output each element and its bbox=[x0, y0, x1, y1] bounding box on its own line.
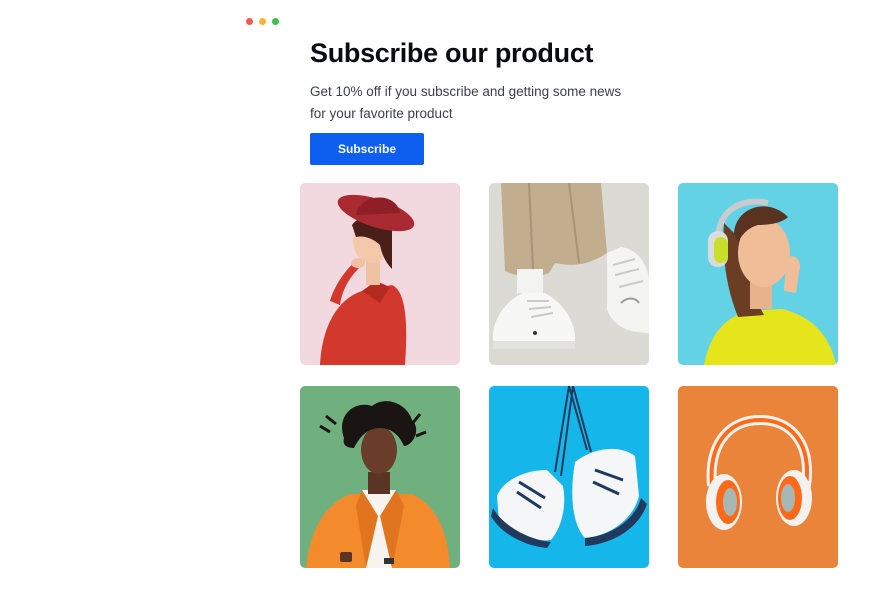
maximize-dot-icon[interactable] bbox=[272, 18, 279, 25]
product-image-woman-red-hat[interactable] bbox=[300, 183, 460, 365]
hero-section: Subscribe our product Get 10% off if you… bbox=[310, 36, 670, 165]
product-image-white-sneakers[interactable] bbox=[489, 183, 649, 365]
product-image-woman-headphones[interactable] bbox=[678, 183, 838, 365]
window-controls bbox=[246, 18, 279, 25]
product-image-orange-headphones[interactable] bbox=[678, 386, 838, 568]
close-dot-icon[interactable] bbox=[246, 18, 253, 25]
orange-headphones-photo bbox=[678, 386, 838, 568]
white-sneakers-walking-photo bbox=[489, 183, 649, 365]
man-orange-blazer-photo bbox=[300, 386, 460, 568]
subscribe-button[interactable]: Subscribe bbox=[310, 133, 424, 165]
woman-red-hat-photo bbox=[300, 183, 460, 365]
hanging-sneakers-photo bbox=[489, 386, 649, 568]
woman-headphones-yellow-sweater-photo bbox=[678, 183, 838, 365]
subscribe-page: Subscribe our product Get 10% off if you… bbox=[0, 0, 884, 592]
product-image-man-orange-blazer[interactable] bbox=[300, 386, 460, 568]
page-title: Subscribe our product bbox=[310, 38, 594, 68]
hero-subtitle: Get 10% off if you subscribe and getting… bbox=[310, 84, 622, 121]
product-image-hanging-sneakers[interactable] bbox=[489, 386, 649, 568]
minimize-dot-icon[interactable] bbox=[259, 18, 266, 25]
